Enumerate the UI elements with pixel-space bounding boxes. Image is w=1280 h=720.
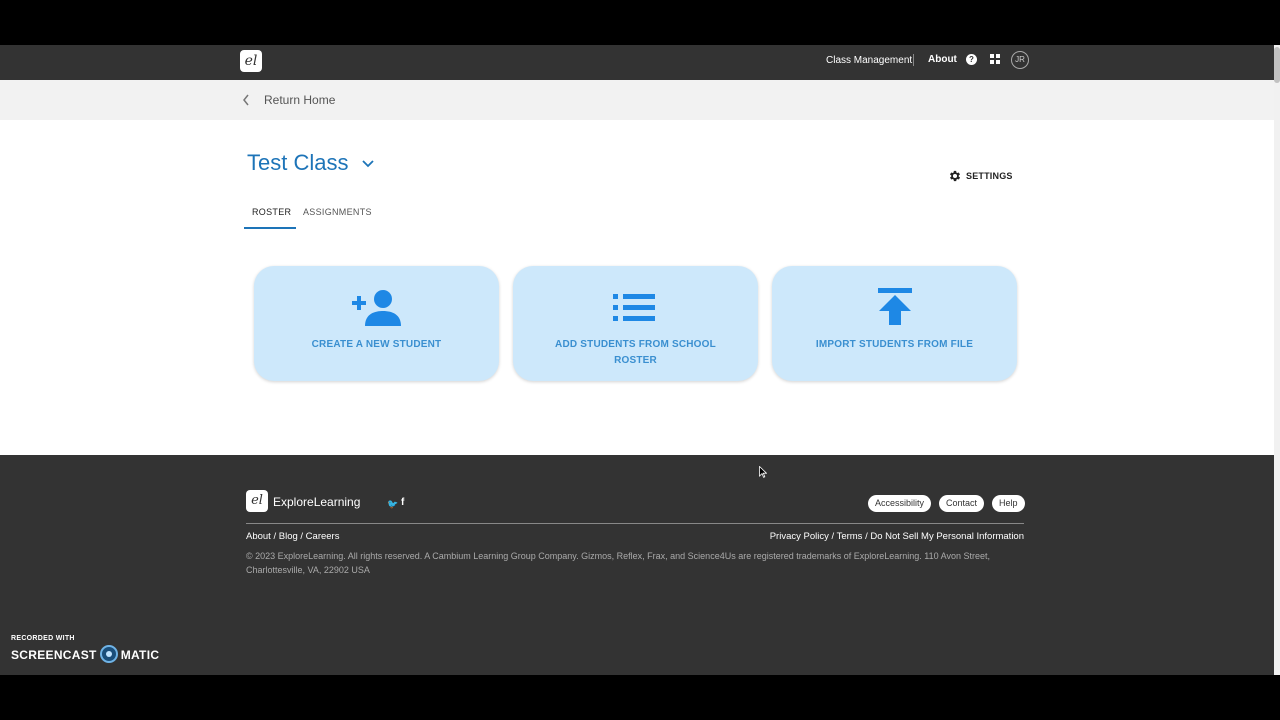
screencast-watermark: RECORDED WITH SCREENCAST MATIC [11, 635, 159, 664]
footer-brand[interactable]: ExploreLearning [273, 495, 360, 509]
return-home-link[interactable]: Return Home [264, 93, 335, 107]
create-new-student-label: CREATE A NEW STUDENT [311, 339, 442, 350]
browser-page: el Class Management About ? JR Return Ho… [0, 45, 1280, 675]
copyright-text: © 2023 ExploreLearning. All rights reser… [246, 551, 991, 575]
footer-logo-icon[interactable]: el [246, 490, 268, 512]
watermark-brand-a: SCREENCAST [11, 648, 97, 662]
active-tab-indicator [244, 227, 296, 229]
class-title[interactable]: Test Class [247, 150, 348, 176]
add-person-icon [352, 290, 401, 326]
gear-icon [949, 170, 961, 182]
watermark-caption: RECORDED WITH [11, 635, 75, 642]
nav-divider [913, 54, 914, 66]
page-footer: el ExploreLearning 🐦 f Accessibility Con… [0, 455, 1274, 675]
help-icon[interactable]: ? [966, 54, 977, 65]
about-link[interactable]: About [928, 54, 957, 65]
mouse-cursor-icon [759, 466, 767, 478]
create-new-student-card[interactable]: CREATE A NEW STUDENT [254, 266, 499, 381]
footer-divider [246, 523, 1024, 524]
accessibility-button[interactable]: Accessibility [868, 495, 932, 512]
top-navigation-bar: el Class Management About ? JR [0, 45, 1274, 80]
scrollbar-thumb[interactable] [1274, 47, 1280, 83]
footer-links-company[interactable]: About / Blog / Careers [246, 531, 339, 542]
apps-grid-icon[interactable] [990, 54, 1001, 65]
explorelearning-logo-icon[interactable]: el [240, 50, 262, 72]
chevron-down-icon[interactable] [362, 158, 374, 168]
help-button[interactable]: Help [992, 495, 1025, 512]
settings-label: SETTINGS [966, 171, 1013, 181]
watermark-brand-b: MATIC [120, 648, 160, 662]
import-from-file-label: IMPORT STUDENTS FROM FILE [815, 339, 974, 350]
facebook-icon[interactable]: f [401, 497, 404, 508]
footer-links-legal[interactable]: Privacy Policy / Terms / Do Not Sell My … [770, 531, 1024, 542]
add-from-school-roster-card[interactable]: ADD STUDENTS FROM SCHOOL ROSTER [513, 266, 758, 381]
page-scrollbar[interactable] [1274, 45, 1280, 675]
return-bar: Return Home [0, 80, 1274, 120]
class-tabs: ROSTER ASSIGNMENTS [244, 203, 1044, 229]
list-icon [613, 294, 655, 321]
screencast-logo-icon [99, 645, 118, 664]
add-from-school-roster-label: ADD STUDENTS FROM SCHOOL ROSTER [555, 339, 716, 366]
class-management-link[interactable]: Class Management [826, 55, 912, 66]
user-avatar[interactable]: JR [1011, 51, 1029, 69]
contact-button[interactable]: Contact [939, 495, 985, 512]
chevron-left-icon[interactable] [242, 94, 250, 106]
twitter-icon[interactable]: 🐦 [387, 499, 398, 510]
tab-assignments[interactable]: ASSIGNMENTS [303, 207, 372, 217]
watermark-brand: SCREENCAST MATIC [11, 645, 160, 664]
upload-icon [878, 288, 912, 325]
import-from-file-card[interactable]: IMPORT STUDENTS FROM FILE [772, 266, 1017, 381]
tab-roster[interactable]: ROSTER [252, 207, 291, 217]
